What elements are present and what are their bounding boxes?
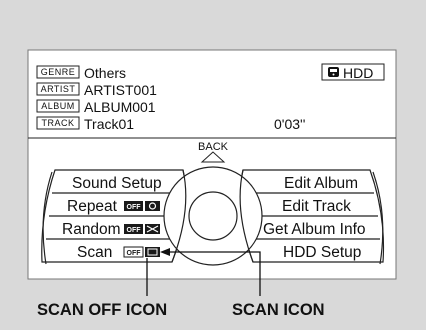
hdd-icon [328,67,339,77]
artist-value: ARTIST001 [84,82,157,98]
album-value: ALBUM001 [84,99,156,115]
random-icon [145,224,160,234]
menu-item-random[interactable]: Random [62,221,121,238]
artist-tag-label: ARTIST [41,84,76,94]
random-off-badge: OFF [124,224,143,234]
svg-text:OFF: OFF [127,250,142,257]
scan-icon [145,247,160,257]
menu-item-get-album-info[interactable]: Get Album Info [263,221,366,238]
repeat-icon [145,201,160,211]
repeat-off-badge: OFF [124,201,143,211]
source-label: HDD [343,65,373,81]
track-value: Track01 [84,116,134,132]
menu-item-sound-setup[interactable]: Sound Setup [72,175,162,192]
track-tag-label: TRACK [41,118,74,128]
menu-item-repeat[interactable]: Repeat [67,198,118,215]
menu-item-edit-album[interactable]: Edit Album [284,175,358,192]
back-label[interactable]: BACK [198,141,229,153]
scan-off-icon: OFF [123,246,144,258]
menu-item-edit-track[interactable]: Edit Track [282,198,351,215]
svg-text:OFF: OFF [127,204,142,211]
scan-feature-diagram: GENRE Others ARTIST ARTIST001 ALBUM ALBU… [27,49,397,319]
elapsed-time: 0'03'' [274,116,305,132]
hdd-source-indicator: HDD [321,63,385,81]
album-tag-label: ALBUM [41,101,75,111]
svg-text:OFF: OFF [127,227,142,234]
menu-item-scan[interactable]: Scan [77,244,112,261]
genre-value: Others [84,65,126,81]
callout-scan-icon: SCAN ICON [232,301,325,319]
callout-scan-off-icon: SCAN OFF ICON [37,301,167,319]
menu-item-hdd-setup[interactable]: HDD Setup [283,244,361,261]
genre-tag-label: GENRE [41,67,76,77]
selector-knob[interactable] [188,191,238,241]
